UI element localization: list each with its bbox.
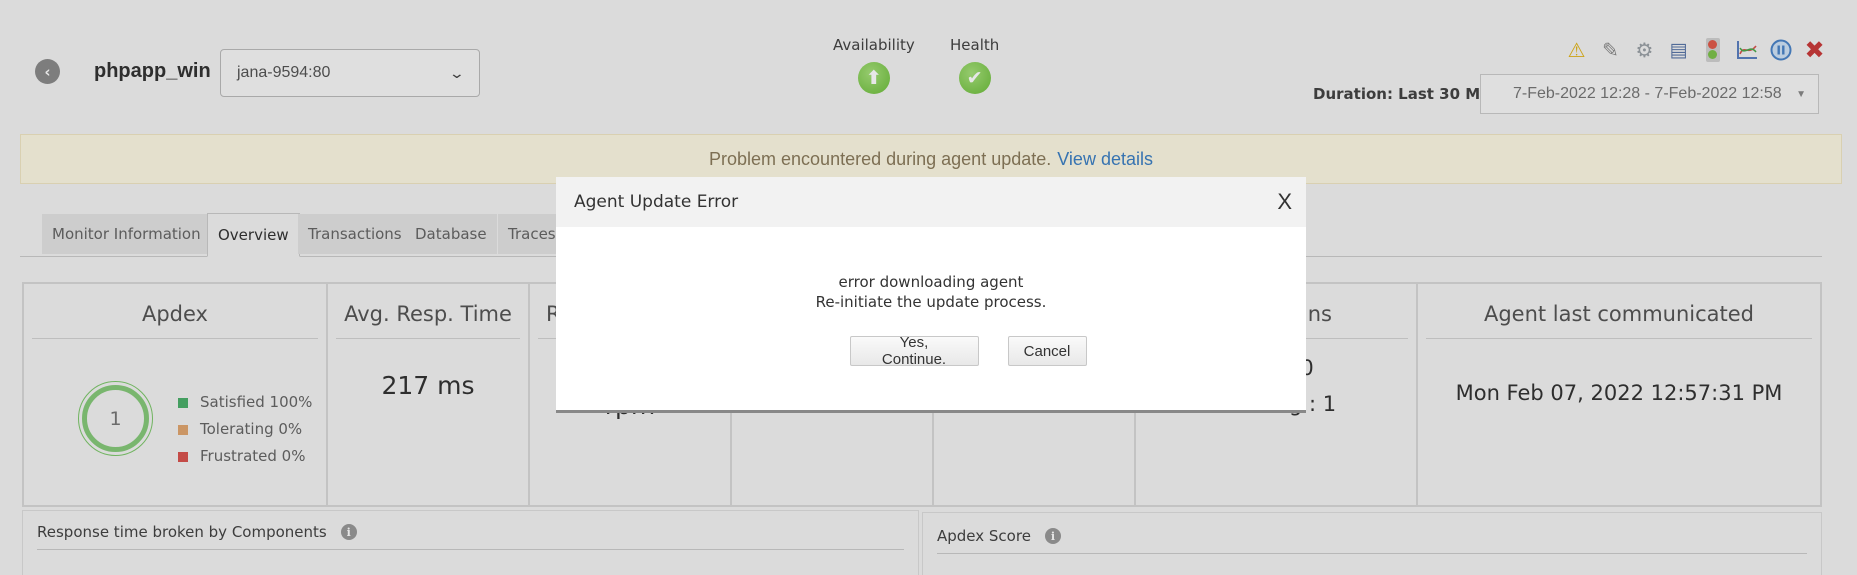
dialog-message-line2: Re-initiate the update process. — [815, 293, 1047, 311]
dialog-message-line1: error downloading agent — [838, 273, 1024, 291]
dialog-body: error downloading agent Re-initiate the … — [556, 227, 1306, 368]
monitor-page: ‹ phpapp_win jana-9594:80 ⌄ Availability… — [0, 0, 1857, 575]
dialog-close-button[interactable]: X — [1277, 189, 1292, 215]
agent-update-error-dialog: Agent Update Error X error downloading a… — [556, 177, 1306, 413]
dialog-header: Agent Update Error X — [556, 177, 1306, 227]
dialog-title: Agent Update Error — [574, 192, 739, 212]
yes-continue-button[interactable]: Yes, Continue. — [849, 334, 979, 368]
dialog-buttons: Yes, Continue. Cancel — [556, 334, 1306, 368]
cancel-button[interactable]: Cancel — [1007, 336, 1087, 366]
